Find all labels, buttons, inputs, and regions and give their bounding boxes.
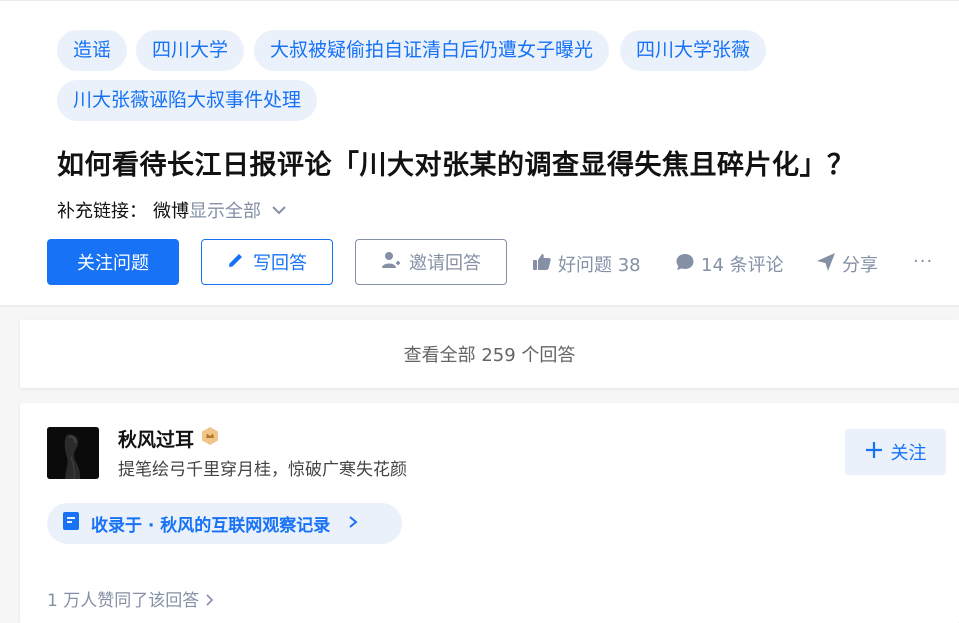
share-label: 分享: [842, 255, 878, 276]
invite-answer-label: 邀请回答: [409, 253, 481, 274]
good-question-label: 好问题 38: [558, 255, 641, 276]
chevron-down-icon[interactable]: [271, 203, 287, 219]
upvote-summary-text: 1 万人赞同了该回答: [47, 591, 200, 611]
topic-tag[interactable]: 大叔被疑偷拍自证清白后仍遭女子曝光: [254, 30, 610, 71]
invite-answer-button[interactable]: 邀请回答: [355, 239, 507, 285]
plus-icon: [865, 441, 883, 464]
author-name-text: 秋风过耳: [118, 429, 195, 451]
follow-author-button[interactable]: 关注: [845, 429, 946, 475]
thumbs-up-icon: [532, 252, 552, 277]
topic-tag[interactable]: 四川大学: [136, 30, 245, 71]
answer-card: 秋风过耳 提笔绘弓千里穿月桂，惊破广寒失花颜 关注 收录于 · 秋风的互联网观察…: [20, 403, 959, 623]
comments-label: 14 条评论: [701, 255, 784, 276]
comments-button[interactable]: 14 条评论: [675, 251, 784, 277]
write-answer-button[interactable]: 写回答: [201, 239, 333, 285]
chevron-right-icon: [205, 591, 215, 611]
comment-icon: [675, 252, 695, 277]
collection-label: 收录于 · 秋风的互联网观察记录: [91, 516, 331, 536]
follow-author-label: 关注: [890, 443, 927, 464]
share-icon: [816, 252, 836, 277]
good-question-button[interactable]: 好问题 38: [532, 251, 641, 277]
upvote-summary[interactable]: 1 万人赞同了该回答: [47, 586, 215, 611]
collection-icon: [61, 511, 81, 536]
pencil-icon: [227, 251, 245, 274]
show-all-button[interactable]: 显示全部: [189, 197, 261, 223]
badge-icon: [200, 426, 220, 451]
write-answer-label: 写回答: [253, 253, 307, 274]
supplement-link[interactable]: 微博: [153, 197, 189, 223]
question-detail: 补充链接： 微博 显示全部: [57, 197, 287, 223]
author-bio: 提笔绘弓千里穿月桂，惊破广寒失花颜: [118, 460, 407, 480]
question-header: 造谣 四川大学 大叔被疑偷拍自证清白后仍遭女子曝光 四川大学张薇 川大张薇诬陷大…: [0, 0, 959, 305]
supplement-label: 补充链接：: [57, 201, 147, 222]
view-all-answers-button[interactable]: 查看全部 259 个回答: [20, 320, 959, 388]
follow-question-button[interactable]: 关注问题: [47, 239, 179, 285]
topic-tag[interactable]: 四川大学张薇: [620, 30, 767, 71]
collection-link[interactable]: 收录于 · 秋风的互联网观察记录: [47, 503, 402, 544]
invite-user-icon: [381, 250, 401, 275]
question-title: 如何看待长江日报评论「川大对张某的调查显得失焦且碎片化」？: [57, 150, 855, 181]
chevron-right-icon: [348, 514, 358, 533]
topic-tag[interactable]: 川大张薇诬陷大叔事件处理: [57, 80, 318, 121]
more-icon[interactable]: ···: [913, 251, 933, 272]
author-name[interactable]: 秋风过耳: [118, 425, 220, 452]
share-button[interactable]: 分享: [816, 251, 878, 277]
avatar[interactable]: [47, 427, 99, 479]
topic-tag[interactable]: 造谣: [57, 30, 128, 71]
